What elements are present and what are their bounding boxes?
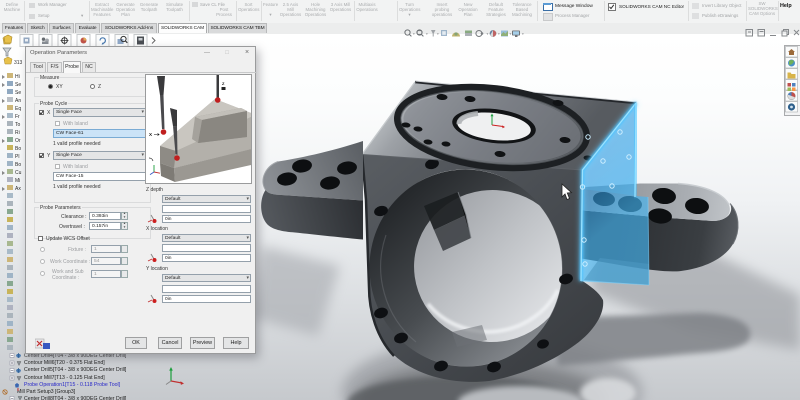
svg-text:▾: ▾ xyxy=(413,32,415,36)
svg-text:Hi: Hi xyxy=(15,74,20,80)
svg-text:Eq: Eq xyxy=(15,106,21,112)
svg-text:X: X xyxy=(149,132,152,137)
svg-text:Pl: Pl xyxy=(15,154,19,160)
svg-text:An: An xyxy=(15,98,21,104)
svg-text:▾: ▾ xyxy=(498,32,500,36)
svg-text:▾: ▾ xyxy=(437,32,439,36)
svg-text:Or: Or xyxy=(15,138,21,144)
svg-text:Bo: Bo xyxy=(15,162,21,168)
svg-text:▾: ▾ xyxy=(522,32,524,36)
svg-text:▾: ▾ xyxy=(510,32,512,36)
svg-text:Mi: Mi xyxy=(15,178,20,184)
svg-text:Z: Z xyxy=(222,81,225,86)
svg-text:▾: ▾ xyxy=(426,32,428,36)
svg-text:313: 313 xyxy=(14,60,23,66)
svg-text:Se: Se xyxy=(15,90,21,96)
svg-text:Fr: Fr xyxy=(15,114,20,120)
svg-text:To: To xyxy=(15,122,21,128)
svg-text:Ax: Ax xyxy=(15,186,21,192)
svg-text:Se: Se xyxy=(15,82,21,88)
svg-text:▾: ▾ xyxy=(487,32,489,36)
svg-text:Ri: Ri xyxy=(15,130,20,136)
svg-text:Cu: Cu xyxy=(15,170,22,176)
svg-text:Bo: Bo xyxy=(15,146,21,152)
